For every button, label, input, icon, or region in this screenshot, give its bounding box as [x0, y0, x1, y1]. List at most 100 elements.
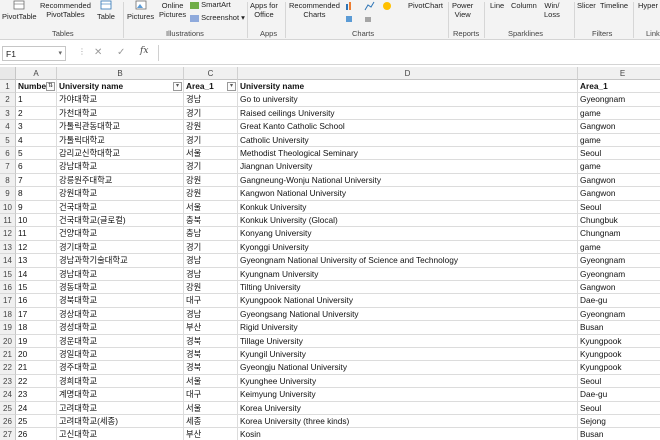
table-cell[interactable]: 경기	[184, 240, 238, 255]
table-cell[interactable]: 부산	[184, 428, 238, 440]
table-cell[interactable]: 15	[16, 281, 57, 295]
table-cell[interactable]: 강원대학교	[57, 187, 184, 201]
timeline-button[interactable]: Timeline	[600, 0, 628, 10]
row-header[interactable]: 20	[0, 334, 16, 348]
pivottable-button[interactable]: PivotTable	[2, 0, 37, 21]
table-cell[interactable]: 충북	[184, 214, 238, 228]
table-cell[interactable]: 고신대학교	[57, 428, 184, 440]
table-cell[interactable]: 경기	[184, 160, 238, 174]
table-cell[interactable]: Rigid University	[238, 321, 578, 335]
table-cell[interactable]: Kyungpook	[578, 361, 660, 375]
table-cell[interactable]: 26	[16, 428, 57, 440]
header-cell[interactable]: University name ▾	[57, 80, 184, 94]
row-header[interactable]: 2	[0, 93, 16, 107]
row-header[interactable]: 17	[0, 294, 16, 308]
table-cell[interactable]: 강원	[184, 281, 238, 295]
online-pictures-button[interactable]: Online Pictures	[159, 0, 186, 19]
table-cell[interactable]: 9	[16, 200, 57, 214]
row-header[interactable]: 27	[0, 428, 16, 440]
table-cell[interactable]: 경기	[184, 133, 238, 147]
table-cell[interactable]: Seoul	[578, 402, 660, 415]
formula-input[interactable]	[158, 45, 660, 61]
table-cell[interactable]: 강남대학교	[57, 160, 184, 174]
row-header[interactable]: 9	[0, 187, 16, 201]
sparkline-line-button[interactable]: Line	[490, 0, 504, 10]
table-cell[interactable]: game	[578, 134, 660, 147]
table-cell[interactable]: Tilting University	[238, 281, 578, 295]
table-cell[interactable]: 경주대학교	[57, 361, 184, 375]
table-cell[interactable]: 가톨릭대학교	[57, 133, 184, 147]
table-cell[interactable]: Methodist Theological Seminary	[238, 147, 578, 161]
table-cell[interactable]: Tillage University	[238, 334, 578, 348]
table-cell[interactable]: Dae-gu	[578, 294, 660, 308]
table-cell[interactable]: Gyeongnam National University of Science…	[238, 254, 578, 268]
table-cell[interactable]: 서울	[184, 147, 238, 161]
table-cell[interactable]: Gyeongsang National University	[238, 307, 578, 322]
table-cell[interactable]: Gangwon	[578, 281, 660, 295]
table-cell[interactable]: 8	[16, 187, 57, 201]
row-header[interactable]: 11	[0, 214, 16, 228]
table-cell[interactable]: Konyang University	[238, 227, 578, 241]
table-cell[interactable]: 서울	[184, 401, 238, 415]
row-header[interactable]: 4	[0, 120, 16, 134]
table-cell[interactable]: 4	[16, 133, 57, 147]
table-cell[interactable]: 경남대학교	[57, 267, 184, 281]
table-cell[interactable]: 경북대학교	[57, 294, 184, 308]
table-cell[interactable]: 21	[16, 361, 57, 375]
chart-type-buttons[interactable]	[345, 0, 397, 14]
table-cell[interactable]: 계명대학교	[57, 388, 184, 402]
table-cell[interactable]: 경남	[184, 93, 238, 107]
table-cell[interactable]: 강원	[184, 187, 238, 201]
table-cell[interactable]: 강원	[184, 120, 238, 134]
table-cell[interactable]: Great Kanto Catholic School	[238, 120, 578, 134]
table-cell[interactable]: Busan	[578, 321, 660, 335]
table-cell[interactable]: 7	[16, 173, 57, 188]
table-cell[interactable]: Kyungpook	[578, 335, 660, 348]
table-cell[interactable]: 강릉원주대학교	[57, 173, 184, 188]
row-header[interactable]: 25	[0, 401, 16, 415]
table-cell[interactable]: 부산	[184, 321, 238, 335]
header-cell[interactable]: Area_1	[578, 80, 660, 94]
slicer-button[interactable]: Slicer	[577, 0, 596, 10]
table-cell[interactable]: 경북	[184, 334, 238, 348]
screenshot-button[interactable]: Screenshot ▾	[190, 13, 245, 22]
table-cell[interactable]: 3	[16, 120, 57, 134]
cancel-icon[interactable]: ✕	[94, 47, 102, 58]
row-header[interactable]: 13	[0, 240, 16, 255]
table-cell[interactable]: 18	[16, 321, 57, 335]
table-cell[interactable]: 가톨릭관동대학교	[57, 120, 184, 134]
table-cell[interactable]: Kosin	[238, 428, 578, 440]
table-cell[interactable]: 경동대학교	[57, 281, 184, 295]
name-box[interactable]: F1 ▾	[2, 46, 66, 61]
table-cell[interactable]: game	[578, 160, 660, 174]
apps-for-office-button[interactable]: Apps for Office	[250, 0, 278, 19]
table-cell[interactable]: Dae-gu	[578, 388, 660, 402]
table-cell[interactable]: 경남	[184, 307, 238, 322]
table-cell[interactable]: 건국대학교	[57, 200, 184, 214]
table-cell[interactable]: Go to university	[238, 93, 578, 107]
table-cell[interactable]: 22	[16, 374, 57, 389]
row-header[interactable]: 7	[0, 160, 16, 174]
table-cell[interactable]: 19	[16, 334, 57, 348]
table-cell[interactable]: 서울	[184, 374, 238, 389]
table-cell[interactable]: 경운대학교	[57, 334, 184, 348]
table-cell[interactable]: 충남	[184, 227, 238, 241]
row-header[interactable]: 14	[0, 254, 16, 268]
table-cell[interactable]: Konkuk University (Glocal)	[238, 214, 578, 228]
table-cell[interactable]: Seoul	[578, 201, 660, 214]
name-box-dropdown-icon[interactable]: ▾	[58, 49, 62, 57]
table-cell[interactable]: Gangwon	[578, 187, 660, 201]
table-cell[interactable]: 경일대학교	[57, 348, 184, 362]
table-cell[interactable]: Gyeongju National University	[238, 361, 578, 375]
filter-dropdown-icon[interactable]: ▾	[173, 82, 182, 91]
table-cell[interactable]: Gyeongnam	[578, 93, 660, 107]
table-cell[interactable]: Kyonggi University	[238, 240, 578, 255]
table-cell[interactable]: Keimyung University	[238, 388, 578, 402]
table-cell[interactable]: Catholic University	[238, 133, 578, 147]
table-cell[interactable]: 경남	[184, 267, 238, 281]
recommended-pivottables-button[interactable]: Recommended PivotTables	[40, 0, 91, 19]
table-cell[interactable]: Busan	[578, 428, 660, 440]
table-cell[interactable]: Gyeongnam	[578, 308, 660, 322]
table-cell[interactable]: Sejong	[578, 415, 660, 429]
smartart-button[interactable]: SmartArt	[190, 0, 231, 9]
